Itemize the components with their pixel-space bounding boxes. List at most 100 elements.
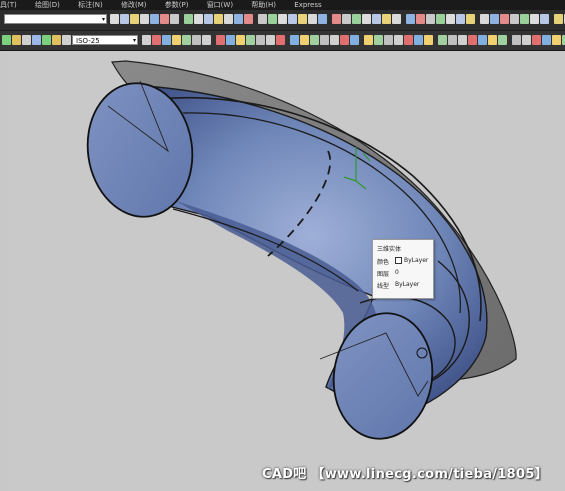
toolbar-button-icon[interactable] <box>490 14 499 24</box>
toolbar-button-icon[interactable] <box>392 14 401 24</box>
toolbar-button-icon[interactable] <box>224 14 233 24</box>
toolbar-button-icon[interactable] <box>426 14 435 24</box>
toolbar-button-icon[interactable] <box>202 35 211 45</box>
toolbar-button-icon[interactable] <box>62 35 71 45</box>
toolbar-button-icon[interactable] <box>290 35 299 45</box>
menu-window[interactable]: 窗口(W) <box>207 0 233 10</box>
toolbar-button-icon[interactable] <box>362 14 371 24</box>
menu-parametric[interactable]: 参数(P) <box>165 0 189 10</box>
toolbar-button-icon[interactable] <box>288 14 297 24</box>
toolbar-button-icon[interactable] <box>542 35 551 45</box>
toolbar-button-icon[interactable] <box>532 35 541 45</box>
toolbar-button-icon[interactable] <box>414 35 423 45</box>
menu-modify[interactable]: 修改(M) <box>121 0 147 10</box>
menu-tools[interactable]: 具(T) <box>0 0 17 10</box>
toolbar-button-icon[interactable] <box>478 35 487 45</box>
toolbar-button-icon[interactable] <box>530 14 539 24</box>
toolbar-button-icon[interactable] <box>342 14 351 24</box>
toolbar-button-icon[interactable] <box>194 14 203 24</box>
toolbar-button-icon[interactable] <box>204 14 213 24</box>
toolbar-button-icon[interactable] <box>406 14 415 24</box>
toolbar-button-icon[interactable] <box>236 35 245 45</box>
toolbar-button-icon[interactable] <box>120 14 129 24</box>
toolbar-button-icon[interactable] <box>448 35 457 45</box>
toolbar-button-icon[interactable] <box>446 14 455 24</box>
toolbar-button-icon[interactable] <box>458 35 467 45</box>
toolbar-button-icon[interactable] <box>310 35 319 45</box>
toolbar-button-icon[interactable] <box>152 35 161 45</box>
toolbar-button-icon[interactable] <box>130 14 139 24</box>
toolbar-button-icon[interactable] <box>246 35 255 45</box>
toolbar-button-icon[interactable] <box>192 35 201 45</box>
toolbar-button-icon[interactable] <box>320 35 329 45</box>
toolbar-button-icon[interactable] <box>330 35 339 45</box>
toolbar-button-icon[interactable] <box>340 35 349 45</box>
toolbar-button-icon[interactable] <box>512 35 521 45</box>
menu-dimension[interactable]: 标注(N) <box>78 0 103 10</box>
toolbar-button-icon[interactable] <box>384 35 393 45</box>
toolbar-button-icon[interactable] <box>554 14 563 24</box>
toolbar-button-icon[interactable] <box>332 14 341 24</box>
toolbar-button-icon[interactable] <box>308 14 317 24</box>
dimension-style-dropdown[interactable]: ISO-25 ▾ <box>72 35 138 45</box>
toolbar-button-icon[interactable] <box>480 14 489 24</box>
toolbar-button-icon[interactable] <box>372 14 381 24</box>
toolbar-button-icon[interactable] <box>258 14 267 24</box>
toolbar-button-icon[interactable] <box>350 35 359 45</box>
toolbar-button-icon[interactable] <box>184 14 193 24</box>
toolbar-button-icon[interactable] <box>216 35 225 45</box>
toolbar-button-icon[interactable] <box>182 35 191 45</box>
toolbar-button-icon[interactable] <box>140 14 149 24</box>
toolbar-button-icon[interactable] <box>522 35 531 45</box>
toolbar-button-icon[interactable] <box>32 35 41 45</box>
toolbar-button-icon[interactable] <box>416 14 425 24</box>
menu-help[interactable]: 帮助(H) <box>251 0 276 10</box>
toolbar-button-icon[interactable] <box>226 35 235 45</box>
toolbar-button-icon[interactable] <box>234 14 243 24</box>
toolbar-button-icon[interactable] <box>268 14 277 24</box>
toolbar-button-icon[interactable] <box>552 35 561 45</box>
toolbar-button-icon[interactable] <box>500 14 509 24</box>
toolbar-button-icon[interactable] <box>278 14 287 24</box>
toolbar-button-icon[interactable] <box>162 35 171 45</box>
toolbar-button-icon[interactable] <box>456 14 465 24</box>
toolbar-button-icon[interactable] <box>256 35 265 45</box>
toolbar-button-icon[interactable] <box>300 35 309 45</box>
toolbar-button-icon[interactable] <box>424 35 433 45</box>
toolbar-button-icon[interactable] <box>438 35 447 45</box>
toolbar-button-icon[interactable] <box>12 35 21 45</box>
toolbar-button-icon[interactable] <box>520 14 529 24</box>
toolbar-button-icon[interactable] <box>150 14 159 24</box>
menu-express[interactable]: Express <box>294 0 321 10</box>
toolbar-button-icon[interactable] <box>498 35 507 45</box>
toolbar-button-icon[interactable] <box>468 35 477 45</box>
toolbar-button-icon[interactable] <box>52 35 61 45</box>
toolbar-button-icon[interactable] <box>2 35 11 45</box>
toolbar-button-icon[interactable] <box>160 14 169 24</box>
toolbar-button-icon[interactable] <box>404 35 413 45</box>
toolbar-button-icon[interactable] <box>22 35 31 45</box>
toolbar-button-icon[interactable] <box>214 14 223 24</box>
toolbar-button-icon[interactable] <box>466 14 475 24</box>
toolbar-button-icon[interactable] <box>540 14 549 24</box>
toolbar-button-icon[interactable] <box>394 35 403 45</box>
layer-dropdown[interactable]: ▾ <box>4 14 107 24</box>
toolbar-button-icon[interactable] <box>170 14 179 24</box>
toolbar-button-icon[interactable] <box>352 14 361 24</box>
toolbar-button-icon[interactable] <box>364 35 373 45</box>
toolbar-button-icon[interactable] <box>266 35 275 45</box>
toolbar-button-icon[interactable] <box>276 35 285 45</box>
toolbar-button-icon[interactable] <box>436 14 445 24</box>
toolbar-button-icon[interactable] <box>142 35 151 45</box>
toolbar-button-icon[interactable] <box>374 35 383 45</box>
toolbar-button-icon[interactable] <box>510 14 519 24</box>
toolbar-button-icon[interactable] <box>172 35 181 45</box>
drawing-viewport[interactable]: 三维实体 颜色 ByLayer 图层 0 线型 ByLayer <box>8 51 565 491</box>
toolbar-button-icon[interactable] <box>298 14 307 24</box>
toolbar-button-icon[interactable] <box>382 14 391 24</box>
toolbar-button-icon[interactable] <box>488 35 497 45</box>
toolbar-button-icon[interactable] <box>244 14 253 24</box>
toolbar-button-icon[interactable] <box>318 14 327 24</box>
toolbar-button-icon[interactable] <box>42 35 51 45</box>
menu-draw[interactable]: 绘图(D) <box>35 0 60 10</box>
